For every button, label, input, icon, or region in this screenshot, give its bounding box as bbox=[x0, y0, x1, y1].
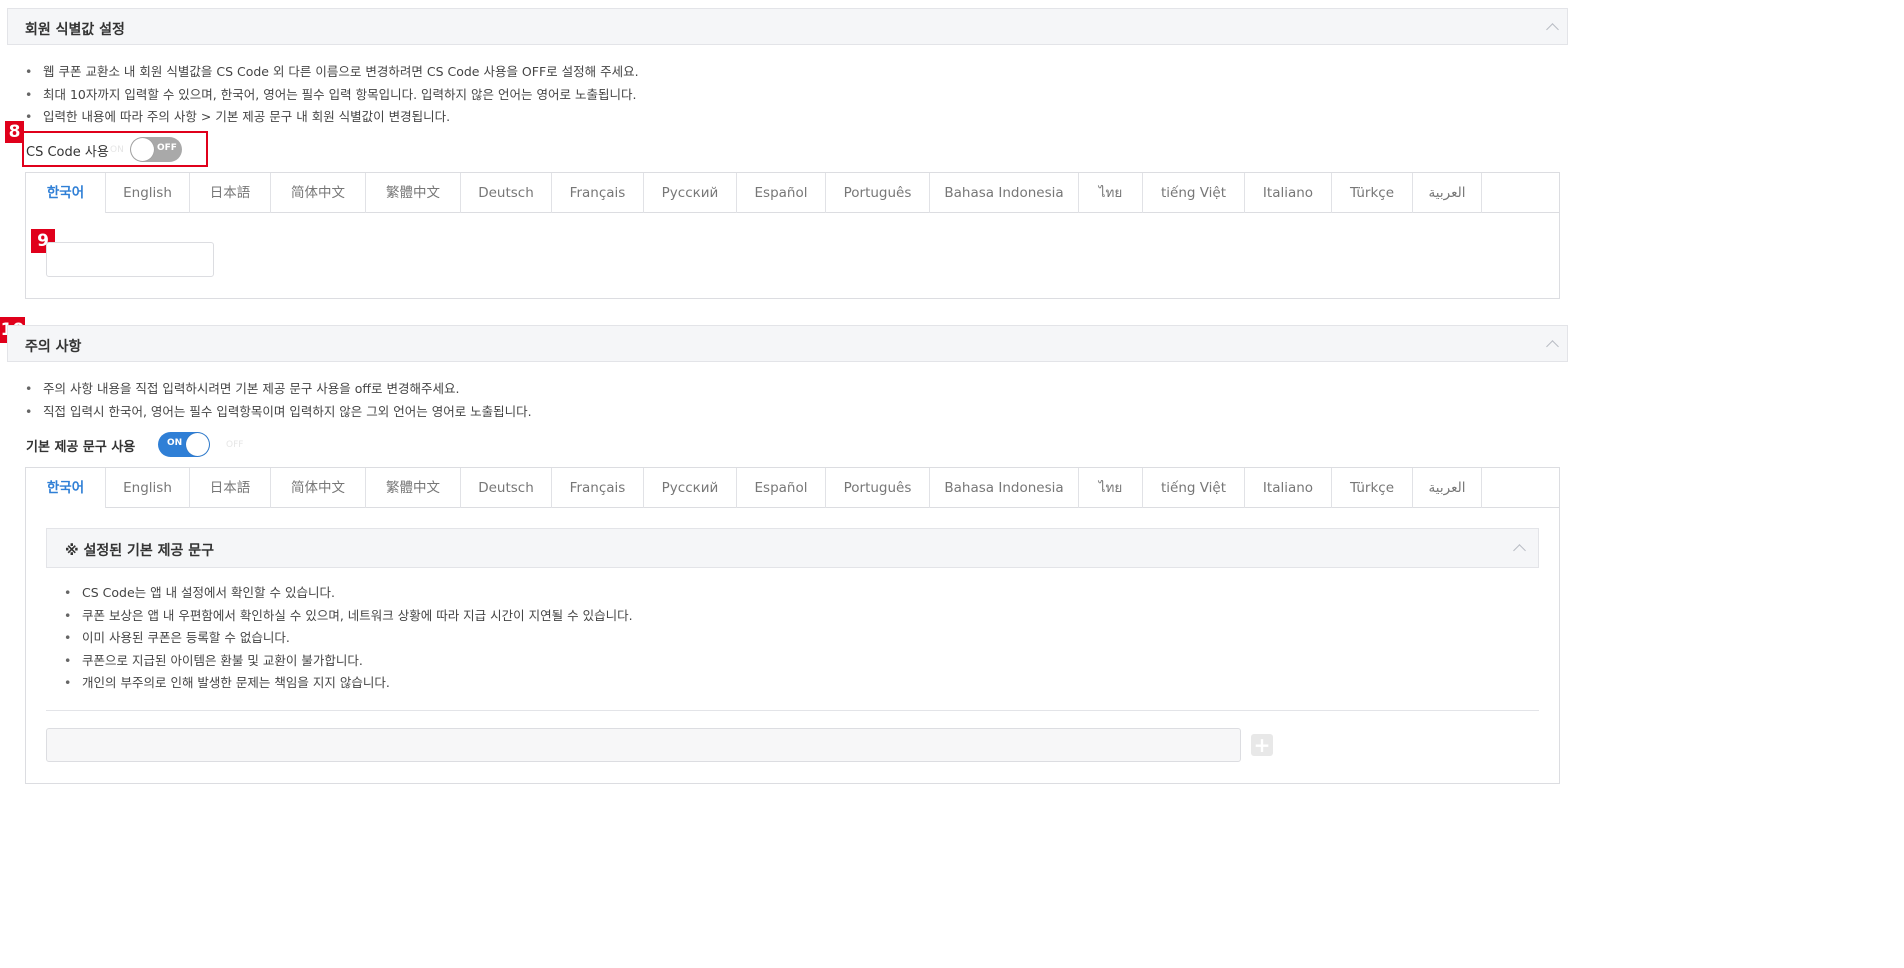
tab-russian[interactable]: Русский bbox=[644, 173, 737, 213]
tab-thai[interactable]: ไทย bbox=[1079, 173, 1143, 213]
tab-german[interactable]: Deutsch bbox=[461, 173, 552, 213]
chevron-up-icon[interactable] bbox=[1513, 544, 1526, 557]
tab-arabic[interactable]: العربية bbox=[1413, 468, 1482, 508]
tab-traditional-chinese[interactable]: 繁體中文 bbox=[366, 468, 461, 508]
tab-simplified-chinese[interactable]: 简体中文 bbox=[271, 173, 366, 213]
tab-italian[interactable]: Italiano bbox=[1245, 173, 1332, 213]
tab-spanish[interactable]: Español bbox=[737, 468, 826, 508]
add-button[interactable]: + bbox=[1251, 734, 1273, 756]
default-text-list: CS Code는 앱 내 설정에서 확인할 수 있습니다. 쿠폰 보상은 앱 내… bbox=[64, 583, 633, 696]
tab-english[interactable]: English bbox=[106, 468, 190, 508]
tab-italian[interactable]: Italiano bbox=[1245, 468, 1332, 508]
tab-korean[interactable]: 한국어 bbox=[26, 173, 106, 213]
tab-portuguese[interactable]: Português bbox=[826, 468, 930, 508]
tab-japanese[interactable]: 日本語 bbox=[190, 468, 271, 508]
section-header-member-id[interactable]: 회원 식별값 설정 bbox=[7, 8, 1568, 45]
list-item: 웹 쿠폰 교환소 내 회원 식별값을 CS Code 외 다른 이름으로 변경하… bbox=[25, 62, 639, 85]
default-text-toggle-label: 기본 제공 문구 사용 bbox=[26, 440, 136, 455]
tab-thai[interactable]: ไทย bbox=[1079, 468, 1143, 508]
list-item: 직접 입력시 한국어, 영어는 필수 입력항목이며 입력하지 않은 그외 언어는… bbox=[25, 402, 532, 425]
member-id-notes: 웹 쿠폰 교환소 내 회원 식별값을 CS Code 외 다른 이름으로 변경하… bbox=[25, 62, 639, 130]
section-header-notice[interactable]: 주의 사항 bbox=[7, 325, 1568, 362]
tab-spanish[interactable]: Español bbox=[737, 173, 826, 213]
tab-french[interactable]: Français bbox=[552, 468, 644, 508]
toggle-state-label: OFF bbox=[157, 143, 177, 153]
language-tabs: 한국어 English 日本語 简体中文 繁體中文 Deutsch França… bbox=[26, 468, 1559, 508]
tab-indonesian[interactable]: Bahasa Indonesia bbox=[930, 173, 1079, 213]
tab-korean[interactable]: 한국어 bbox=[26, 468, 106, 508]
default-text-toggle[interactable]: ON bbox=[158, 432, 210, 457]
chevron-up-icon[interactable] bbox=[1546, 23, 1559, 36]
list-item: CS Code는 앱 내 설정에서 확인할 수 있습니다. bbox=[64, 583, 633, 606]
list-item: 쿠폰으로 지급된 아이템은 환불 및 교환이 불가합니다. bbox=[64, 651, 633, 674]
toggle-ghost-label: ON bbox=[110, 145, 124, 155]
tab-russian[interactable]: Русский bbox=[644, 468, 737, 508]
list-item: 최대 10자까지 입력할 수 있으며, 한국어, 영어는 필수 입력 항목입니다… bbox=[25, 85, 639, 108]
tab-turkish[interactable]: Türkçe bbox=[1332, 173, 1413, 213]
notice-custom-input[interactable] bbox=[46, 728, 1241, 762]
tab-vietnamese[interactable]: tiếng Việt bbox=[1143, 468, 1245, 508]
tab-french[interactable]: Français bbox=[552, 173, 644, 213]
list-item: 개인의 부주의로 인해 발생한 문제는 책임을 지지 않습니다. bbox=[64, 673, 633, 696]
tab-indonesian[interactable]: Bahasa Indonesia bbox=[930, 468, 1079, 508]
tab-portuguese[interactable]: Português bbox=[826, 173, 930, 213]
tab-english[interactable]: English bbox=[106, 173, 190, 213]
cs-code-toggle[interactable]: OFF bbox=[130, 137, 182, 162]
list-item: 입력한 내용에 따라 주의 사항 > 기본 제공 문구 내 회원 식별값이 변경… bbox=[25, 107, 639, 130]
default-text-title: ※ 설정된 기본 제공 문구 bbox=[65, 543, 215, 559]
divider bbox=[46, 710, 1539, 711]
tab-turkish[interactable]: Türkçe bbox=[1332, 468, 1413, 508]
tab-simplified-chinese[interactable]: 简体中文 bbox=[271, 468, 366, 508]
cs-code-toggle-label: CS Code 사용 bbox=[26, 145, 109, 160]
tab-arabic[interactable]: العربية bbox=[1413, 173, 1482, 213]
default-text-header[interactable]: ※ 설정된 기본 제공 문구 bbox=[46, 528, 1539, 568]
list-item: 이미 사용된 쿠폰은 등록할 수 없습니다. bbox=[64, 628, 633, 651]
toggle-knob bbox=[186, 433, 209, 456]
tab-german[interactable]: Deutsch bbox=[461, 468, 552, 508]
section-title: 주의 사항 bbox=[25, 339, 82, 355]
list-item: 쿠폰 보상은 앱 내 우편함에서 확인하실 수 있으며, 네트워크 상황에 따라… bbox=[64, 606, 633, 629]
tab-japanese[interactable]: 日本語 bbox=[190, 173, 271, 213]
toggle-ghost-label: OFF bbox=[226, 440, 244, 450]
member-id-name-input[interactable] bbox=[46, 242, 214, 277]
tab-traditional-chinese[interactable]: 繁體中文 bbox=[366, 173, 461, 213]
notice-language-panel: 한국어 English 日本語 简体中文 繁體中文 Deutsch França… bbox=[25, 467, 1560, 784]
member-id-language-panel: 한국어 English 日本語 简体中文 繁體中文 Deutsch França… bbox=[25, 172, 1560, 299]
toggle-state-label: ON bbox=[167, 438, 183, 448]
list-item: 주의 사항 내용을 직접 입력하시려면 기본 제공 문구 사용을 off로 변경… bbox=[25, 379, 532, 402]
toggle-knob bbox=[131, 138, 154, 161]
chevron-up-icon[interactable] bbox=[1546, 340, 1559, 353]
language-tabs: 한국어 English 日本語 简体中文 繁體中文 Deutsch França… bbox=[26, 173, 1559, 213]
tab-vietnamese[interactable]: tiếng Việt bbox=[1143, 173, 1245, 213]
notice-notes: 주의 사항 내용을 직접 입력하시려면 기본 제공 문구 사용을 off로 변경… bbox=[25, 379, 532, 424]
section-title: 회원 식별값 설정 bbox=[25, 22, 125, 38]
